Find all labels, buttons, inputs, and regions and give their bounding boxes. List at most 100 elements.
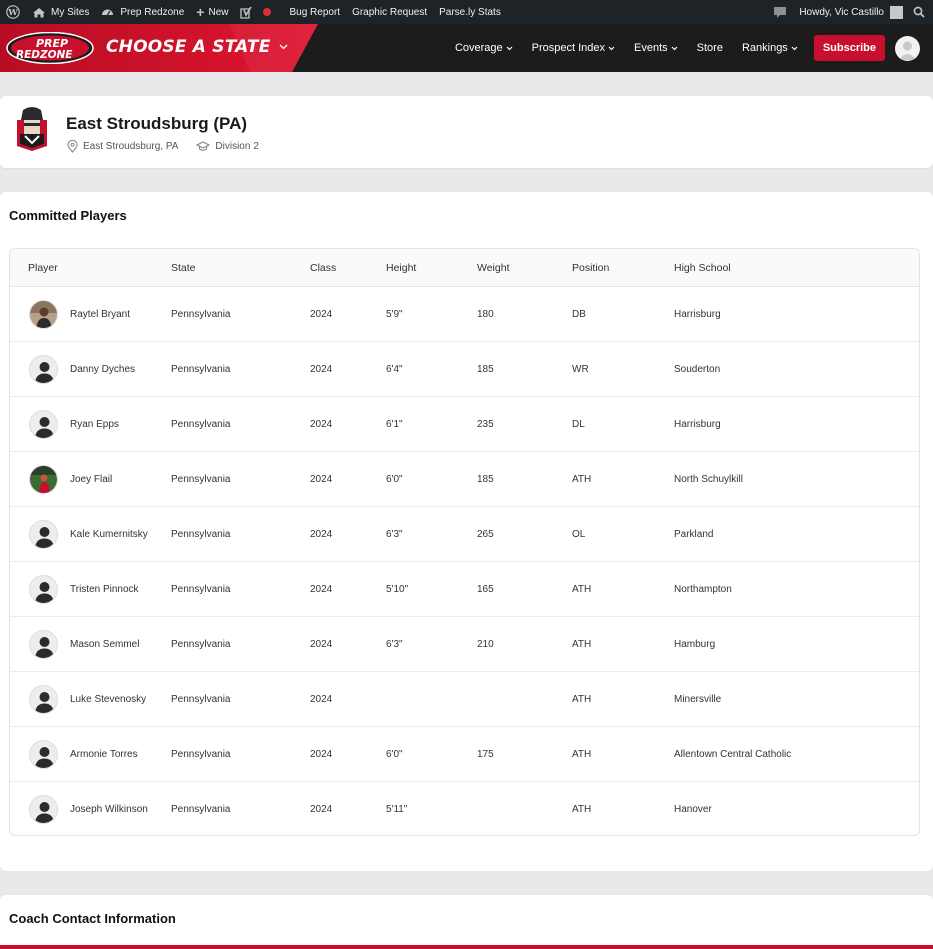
player-placeholder-avatar[interactable] [29,355,58,384]
player-placeholder-avatar[interactable] [29,740,58,769]
player-high-school: Hanover [674,804,712,815]
table-row[interactable]: Armonie Torres Pennsylvania 2024 6'0" 175 ATH… [10,727,919,782]
school-division: Division 2 [196,141,259,152]
player-state: Pennsylvania [171,804,231,815]
player-photo-avatar[interactable] [29,300,58,329]
committed-players-table: Player State Class Height Weight Positio… [9,248,920,836]
table-row[interactable]: Joseph Wilkinson Pennsylvania 2024 5'11" ATH… [10,782,919,835]
player-high-school: Hamburg [674,639,716,650]
school-division-label: Division 2 [215,141,259,152]
player-state: Pennsylvania [171,749,231,760]
nav-rankings-label: Rankings [741,42,788,54]
admin-search[interactable] [907,0,933,24]
main-navigation: PREP REDZONE CHOOSE A STATE Coverage Pro… [0,24,933,72]
chevron-down-icon [279,44,287,50]
player-position: ATH [572,694,592,705]
player-placeholder-avatar[interactable] [29,575,58,604]
player-name-link[interactable]: Danny Dyches [70,342,135,397]
wordpress-logo-icon[interactable]: W [0,0,26,24]
player-height: 6'0" [386,749,403,760]
player-class: 2024 [310,309,333,320]
player-class: 2024 [310,749,333,760]
nav-prospect-index[interactable]: Prospect Index [532,42,615,54]
prep-redzone-logo[interactable]: PREP REDZONE [6,31,94,65]
player-high-school: Souderton [674,364,721,375]
player-weight: 175 [477,749,494,760]
player-class: 2024 [310,529,333,540]
player-photo-avatar[interactable] [29,465,58,494]
admin-avatar [890,5,903,19]
player-weight: 235 [477,419,494,430]
player-name-link[interactable]: Kale Kumernitsky [70,507,148,562]
player-name-link[interactable]: Joseph Wilkinson [70,782,148,835]
player-high-school: Allentown Central Catholic [674,749,792,760]
graphic-request-link[interactable]: Graphic Request [346,0,433,24]
player-state: Pennsylvania [171,529,231,540]
player-position: DB [572,309,586,320]
my-sites-menu[interactable]: My Sites [26,0,95,24]
svg-text:W: W [7,8,18,18]
site-name-menu[interactable]: Prep Redzone [95,0,190,24]
player-placeholder-avatar[interactable] [29,795,58,824]
table-row[interactable]: Raytel Bryant Pennsylvania 2024 5'9" 180 DB Ha… [10,287,919,342]
choose-state-dropdown[interactable]: CHOOSE A STATE [106,37,288,57]
table-row[interactable]: Danny Dyches Pennsylvania 2024 6'4" 185 WR Sou… [10,342,919,397]
table-row[interactable]: Ryan Epps Pennsylvania 2024 6'1" 235 DL Harris… [10,397,919,452]
subscribe-button[interactable]: Subscribe [813,35,885,61]
yoast-menu[interactable] [234,0,277,24]
table-row[interactable]: Mason Semmel Pennsylvania 2024 6'3" 210 ATH Ha… [10,617,919,672]
player-height: 6'1" [386,419,403,430]
parsely-stats-link[interactable]: Parse.ly Stats [433,0,507,24]
table-row[interactable]: Joey Flail Pennsylvania 2024 6'0" 185 ATH Nort… [10,452,919,507]
player-position: ATH [572,749,592,760]
player-class: 2024 [310,639,333,650]
nav-rankings[interactable]: Rankings [742,42,798,54]
player-name-link[interactable]: Luke Stevenosky [70,672,146,727]
nav-events[interactable]: Events [634,42,678,54]
notification-menu[interactable] [767,0,793,24]
my-sites-label: My Sites [51,6,90,18]
column-header-position: Position [572,262,610,274]
player-high-school: Harrisburg [674,309,721,320]
nav-prospect-index-label: Prospect Index [531,42,606,54]
graduation-cap-icon [196,141,211,151]
player-weight: 185 [477,364,494,375]
seo-status-dot-icon [263,8,272,16]
nav-coverage[interactable]: Coverage [455,42,513,54]
player-name-link[interactable]: Tristen Pinnock [70,562,139,617]
player-placeholder-avatar[interactable] [29,630,58,659]
player-class: 2024 [310,474,333,485]
player-high-school: Minersville [674,694,722,705]
player-name-link[interactable]: Armonie Torres [70,727,138,782]
chevron-down-icon [608,46,615,50]
new-content-menu[interactable]: + New [190,0,234,24]
user-avatar[interactable] [895,35,920,61]
table-row[interactable]: Tristen Pinnock Pennsylvania 2024 5'10" 165 A… [10,562,919,617]
player-name-link[interactable]: Joey Flail [70,452,112,507]
player-high-school: Harrisburg [674,419,721,430]
account-menu[interactable]: Howdy, Vic Castillo [793,0,907,24]
player-height: 5'10" [386,584,409,595]
bug-report-link[interactable]: Bug Report [283,0,346,24]
player-placeholder-avatar[interactable] [29,410,58,439]
table-row[interactable]: Luke Stevenosky Pennsylvania 2024 ATH Miners… [10,672,919,727]
player-high-school: Northampton [674,584,732,595]
player-name-link[interactable]: Raytel Bryant [70,287,130,342]
player-class: 2024 [310,364,333,375]
player-position: ATH [572,584,592,595]
chevron-down-icon [506,46,513,50]
nav-events-label: Events [634,42,668,54]
table-row[interactable]: Kale Kumernitsky Pennsylvania 2024 6'3" 265 O… [10,507,919,562]
site-name-label: Prep Redzone [120,6,185,18]
player-placeholder-avatar[interactable] [29,685,58,714]
nav-store[interactable]: Store [697,42,723,54]
player-weight: 180 [477,309,494,320]
new-label: New [208,6,229,18]
player-weight: 185 [477,474,494,485]
player-height: 6'3" [386,639,403,650]
player-placeholder-avatar[interactable] [29,520,58,549]
search-icon [913,6,925,18]
player-name-link[interactable]: Ryan Epps [70,397,119,452]
player-state: Pennsylvania [171,639,231,650]
player-name-link[interactable]: Mason Semmel [70,617,139,672]
